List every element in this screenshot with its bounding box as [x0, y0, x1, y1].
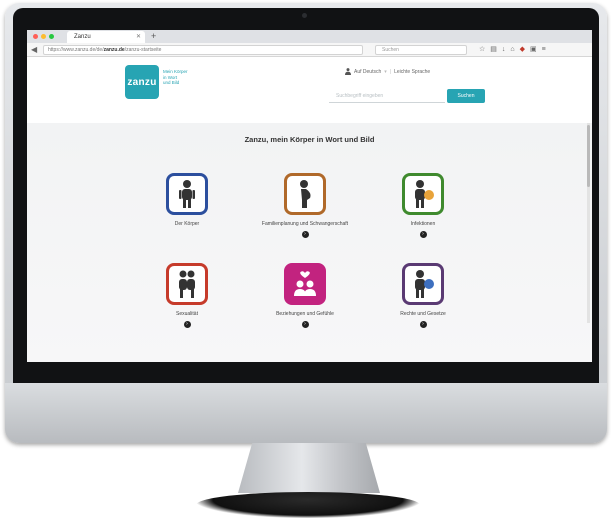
infection-icon [415, 180, 434, 208]
browser-search-placeholder: Suchen [382, 47, 399, 53]
zanzu-page: zanzu Mein Körper in Wort und Bild Auf D… [27, 57, 592, 362]
more-button[interactable]: › [419, 320, 427, 328]
category-label: Familienplanung und Schwangerschaft [261, 221, 349, 227]
chevron-down-icon: ▾ [384, 68, 387, 75]
category-card-sexuality[interactable]: Sexualität › [132, 263, 242, 328]
address-suffix: /zanzu-startseite [124, 47, 162, 53]
more-button[interactable]: › [301, 230, 309, 238]
body-icon [179, 180, 195, 208]
page-title: Zanzu, mein Körper in Wort und Bild [244, 135, 375, 144]
browser-search-input[interactable]: Suchen [375, 45, 467, 55]
address-prefix: https://www.zanzu.de/de/ [48, 47, 104, 53]
category-tile[interactable] [166, 263, 208, 305]
address-bar[interactable]: https://www.zanzu.de/de/zanzu.de/zanzu-s… [43, 45, 363, 55]
menu-icon[interactable]: ≡ [542, 45, 546, 55]
tab-zanzu[interactable]: Zanzu ✕ [67, 31, 145, 43]
close-window-button[interactable] [33, 34, 38, 39]
site-search-input[interactable]: Suchbegriff eingeben [329, 89, 445, 103]
monitor-chin [5, 383, 607, 443]
address-host: zanzu.de [103, 47, 125, 53]
tagline-line: Mein Körper [163, 69, 188, 74]
category-tile[interactable] [284, 263, 326, 305]
download-icon[interactable]: ↓ [502, 45, 506, 55]
site-search-button[interactable]: Suchen [447, 89, 485, 103]
home-icon[interactable]: ⌂ [510, 45, 514, 55]
more-button[interactable]: › [183, 320, 191, 328]
star-icon[interactable]: ☆ [479, 45, 485, 55]
site-header: zanzu Mein Körper in Wort und Bild Auf D… [27, 57, 592, 123]
couple-icon [179, 270, 195, 298]
category-tile[interactable] [166, 173, 208, 215]
camera-icon [302, 13, 307, 18]
category-tile[interactable] [402, 173, 444, 215]
extra-label[interactable]: Leichte Sprache [394, 69, 430, 75]
close-icon[interactable]: ✕ [136, 31, 141, 43]
category-label: Rechte und Gesetze [400, 311, 446, 317]
category-card-relationships[interactable]: Beziehungen und Gefühle › [250, 263, 360, 328]
minimize-window-button[interactable] [41, 34, 46, 39]
back-icon[interactable]: ◀ [31, 45, 37, 55]
extension-icon[interactable]: ▣ [530, 45, 537, 55]
site-search-placeholder: Suchbegriff eingeben [336, 93, 384, 99]
category-label: Sexualität [176, 311, 198, 317]
tab-bar: Zanzu ✕ + [27, 30, 592, 43]
zanzu-logo[interactable]: zanzu [125, 65, 159, 99]
category-card-body[interactable]: Der Körper [132, 173, 242, 228]
browser-window: Zanzu ✕ + ◀ https://www.zanzu.de/de/zanz… [27, 30, 592, 362]
category-tile[interactable] [284, 173, 326, 215]
person-icon [345, 68, 351, 75]
tab-title: Zanzu [74, 34, 91, 40]
category-tile[interactable] [402, 263, 444, 305]
pregnancy-icon [300, 180, 311, 208]
main-content: Zanzu, mein Körper in Wort und Bild Der … [27, 123, 592, 362]
language-selector[interactable]: Auf Deutsch ▾ | Leichte Sprache [345, 68, 430, 75]
more-button[interactable]: › [301, 320, 309, 328]
bookmarks-icon[interactable]: ▤ [490, 45, 497, 55]
language-label: Auf Deutsch [354, 68, 382, 75]
category-card-family-planning[interactable]: Familienplanung und Schwangerschaft › [250, 173, 360, 238]
category-card-rights[interactable]: Rechte und Gesetze › [368, 263, 478, 328]
toolbar-icons: ☆ ▤ ↓ ⌂ ◆ ▣ ≡ [479, 45, 546, 55]
shield-icon[interactable]: ◆ [520, 45, 525, 55]
category-label: Infektionen [410, 221, 436, 227]
relationship-icon [294, 271, 316, 296]
new-tab-button[interactable]: + [151, 30, 156, 43]
navigation-bar: ◀ https://www.zanzu.de/de/zanzu.de/zanzu… [27, 43, 592, 57]
more-button[interactable]: › [419, 230, 427, 238]
category-label: Der Körper [174, 221, 200, 227]
monitor-stand [238, 443, 380, 493]
category-label: Beziehungen und Gefühle [276, 311, 334, 317]
monitor-stand-base [196, 492, 420, 518]
tagline-line: und Bild [163, 80, 180, 85]
category-card-infections[interactable]: Infektionen › [368, 173, 478, 238]
divider: | [389, 68, 392, 75]
rights-icon [415, 270, 434, 298]
site-tagline: Mein Körper in Wort und Bild [163, 69, 188, 86]
maximize-window-button[interactable] [49, 34, 54, 39]
